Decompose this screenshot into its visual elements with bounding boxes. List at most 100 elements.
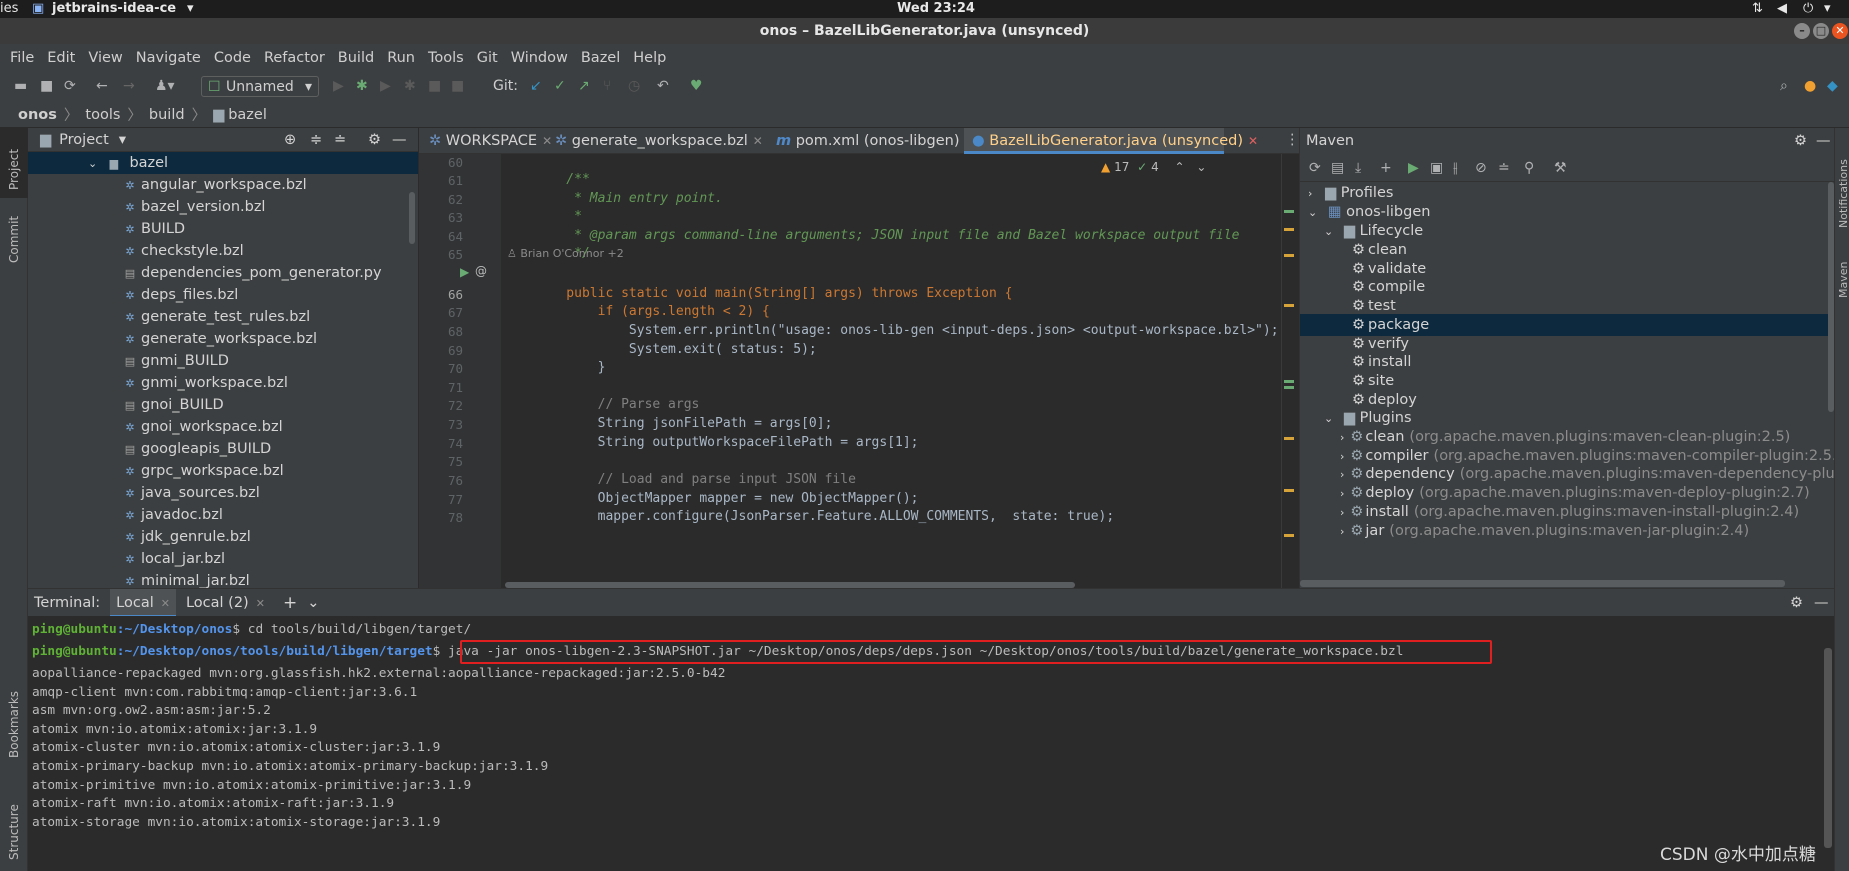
locate-icon[interactable]: ⊕ — [284, 132, 296, 148]
terminal-tab-local-2[interactable]: Local (2) ✕ — [186, 595, 265, 611]
tree-file[interactable]: ✲ bazel_version.bzl — [28, 196, 418, 218]
override-icon[interactable]: @ — [475, 264, 487, 278]
open-folder-icon[interactable]: ▬ — [14, 78, 27, 94]
breadcrumb-tools[interactable]: tools — [85, 107, 120, 123]
sync-icon[interactable]: ⟳ — [64, 78, 76, 94]
update-icon[interactable]: ● — [1804, 78, 1816, 94]
stripe-mark[interactable] — [1284, 386, 1294, 389]
tree-file[interactable]: ✲ gnmi_workspace.bzl — [28, 372, 418, 394]
chevron-right-icon[interactable]: › — [1308, 187, 1312, 200]
tab-workspace[interactable]: ✲ WORKSPACE ✕ — [429, 128, 552, 154]
gear-icon[interactable]: ⚙ — [1794, 133, 1807, 149]
tree-folder-bazel[interactable]: ⌄ ▆ bazel — [28, 152, 418, 174]
gear-icon[interactable]: ⚙ — [1790, 595, 1803, 611]
breadcrumb-bazel[interactable]: bazel — [228, 107, 267, 123]
skip-tests-icon[interactable]: ⊘ — [1475, 160, 1487, 176]
chevron-down-icon[interactable]: ⌄ — [1324, 412, 1333, 425]
collapse-all-icon[interactable]: ≐ — [334, 132, 346, 148]
menu-build[interactable]: Build — [338, 50, 374, 66]
rollback-icon[interactable]: ↶ — [657, 78, 669, 94]
add-icon[interactable]: + — [1380, 160, 1392, 176]
tree-file[interactable]: ✲ local_jar.bzl — [28, 548, 418, 570]
author-hint[interactable]: ♙ Brian O'Connor +2 — [507, 247, 624, 260]
close-tab-icon[interactable]: ✕ — [542, 134, 552, 148]
project-scrollbar[interactable] — [409, 192, 415, 244]
close-tab-icon[interactable]: ✕ — [161, 597, 170, 610]
terminal-options-chevron-icon[interactable]: ⌄ — [307, 595, 319, 611]
close-tab-icon[interactable]: ✕ — [753, 134, 763, 148]
editor-error-stripe[interactable] — [1281, 154, 1299, 588]
chevron-right-icon[interactable]: › — [1340, 525, 1344, 538]
bookmarks-tool-tab[interactable]: Bookmarks — [7, 691, 21, 758]
menu-tools[interactable]: Tools — [428, 50, 464, 66]
menu-file[interactable]: File — [10, 50, 34, 66]
menu-window[interactable]: Window — [511, 50, 568, 66]
run-with-coverage-icon[interactable]: ▶ — [380, 78, 391, 94]
git-merge-icon[interactable]: ⑂ — [603, 78, 611, 94]
project-view-chevron-icon[interactable]: ▾ — [119, 132, 126, 148]
expand-all-icon[interactable]: ≑ — [310, 132, 322, 148]
stripe-mark[interactable] — [1284, 437, 1294, 440]
tab-generate-workspace[interactable]: ✲ generate_workspace.bzl ✕ — [555, 128, 763, 154]
tree-file[interactable]: ✲ minimal_jar.bzl — [28, 570, 418, 588]
tree-file[interactable]: ✲ generate_test_rules.bzl — [28, 306, 418, 328]
forward-icon[interactable]: → — [123, 78, 135, 94]
add-project-icon[interactable]: ▤ — [1331, 160, 1344, 176]
tree-file[interactable]: ✲ jdk_genrule.bzl — [28, 526, 418, 548]
git-commit-icon[interactable]: ✓ — [554, 78, 566, 94]
tree-file[interactable]: ✲ java_sources.bzl — [28, 482, 418, 504]
git-update-icon[interactable]: ↙ — [530, 78, 542, 94]
stripe-mark[interactable] — [1284, 254, 1294, 257]
tree-file[interactable]: ✲ deps_files.bzl — [28, 284, 418, 306]
next-highlight-icon[interactable]: ⌄ — [1196, 160, 1206, 174]
terminal-scrollbar[interactable] — [1824, 648, 1832, 848]
maven-plugin[interactable]: › ⚙ jar (org.apache.maven.plugins:maven-jar… — [1300, 520, 1834, 542]
menu-bazel[interactable]: Bazel — [581, 50, 620, 66]
show-dependencies-icon[interactable]: ⚲ — [1524, 160, 1534, 176]
maximize-icon[interactable]: □ — [1813, 23, 1829, 39]
stripe-mark[interactable] — [1284, 489, 1294, 492]
menu-refactor[interactable]: Refactor — [264, 50, 325, 66]
chevron-down-icon[interactable]: ⌄ — [1308, 206, 1317, 219]
tree-file[interactable]: ✲ BUILD — [28, 218, 418, 240]
stripe-mark[interactable] — [1284, 380, 1294, 383]
app-menu-chevron-icon[interactable]: ▾ — [187, 1, 194, 16]
inspection-widget[interactable]: ▲ 17 ✓ 4 ⌃ ⌄ — [1101, 160, 1206, 174]
reload-icon[interactable]: ⟳ — [1309, 160, 1321, 176]
tree-file[interactable]: ▤ gnmi_BUILD — [28, 350, 418, 372]
project-tool-tab[interactable]: Project — [7, 149, 21, 190]
tree-file[interactable]: ✲ javadoc.bzl — [28, 504, 418, 526]
run-main-icon[interactable]: ▶ — [460, 265, 469, 279]
notifications-tool-tab[interactable]: Notifications — [1837, 159, 1849, 228]
run-icon[interactable]: ▶ — [333, 78, 344, 94]
more-tabs-icon[interactable]: ⋮ — [1285, 132, 1300, 148]
new-terminal-icon[interactable]: + — [283, 593, 297, 613]
app-menu[interactable]: jetbrains-idea-ce — [52, 1, 176, 16]
clock[interactable]: Wed 23:24 — [897, 1, 975, 16]
stripe-mark[interactable] — [1284, 304, 1294, 307]
breadcrumb-onos[interactable]: onos — [18, 107, 57, 123]
chevron-right-icon[interactable]: › — [1340, 506, 1344, 519]
stripe-mark[interactable] — [1284, 534, 1294, 537]
maven-horizontal-scrollbar[interactable] — [1300, 580, 1785, 587]
git-push-icon[interactable]: ↗ — [578, 78, 590, 94]
volume-icon[interactable]: ◀ — [1777, 1, 1787, 16]
back-icon[interactable]: ← — [96, 78, 108, 94]
jetbrains-icon[interactable]: ◆ — [1827, 78, 1838, 94]
tab-pom-xml[interactable]: m pom.xml (onos-libgen) — [776, 128, 959, 154]
system-menu-chevron-icon[interactable]: ▾ — [1824, 1, 1831, 16]
hide-panel-icon[interactable]: — — [1814, 595, 1829, 611]
structure-tool-tab[interactable]: Structure — [7, 804, 21, 860]
toggle-offline-icon[interactable]: ⫲ — [1453, 160, 1458, 176]
network-icon[interactable]: ⇅ — [1752, 1, 1763, 16]
execute-goal-icon[interactable]: ▣ — [1430, 160, 1443, 176]
power-icon[interactable]: ⏻ — [1803, 1, 1813, 16]
menu-git[interactable]: Git — [477, 50, 498, 66]
chevron-down-icon[interactable]: ⌄ — [88, 157, 97, 170]
tree-file[interactable]: ✲ generate_workspace.bzl — [28, 328, 418, 350]
chevron-right-icon[interactable]: › — [1340, 468, 1344, 481]
build-icon[interactable]: ■ — [428, 78, 441, 94]
hide-panel-icon[interactable]: — — [392, 132, 407, 148]
terminal-tab-local[interactable]: Local ✕ — [110, 588, 176, 617]
activities-button[interactable]: ies — [0, 1, 18, 16]
